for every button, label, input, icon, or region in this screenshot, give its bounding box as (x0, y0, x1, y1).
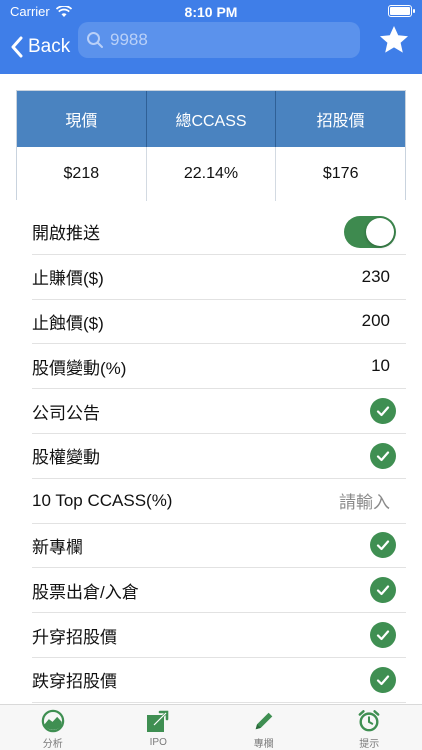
top-header: Carrier 8:10 PM Back (0, 0, 422, 74)
take-profit-value[interactable]: 230 (362, 267, 406, 287)
checkmark-icon[interactable] (370, 577, 396, 604)
setting-label: 股權變動 (32, 448, 100, 468)
search-icon (87, 32, 103, 48)
navigation-bar: Back (0, 22, 422, 74)
tab-label: 提示 (359, 739, 380, 750)
header-ipo-price: 招股價 (316, 113, 365, 130)
search-input[interactable] (110, 30, 340, 50)
checkmark-icon[interactable] (370, 398, 396, 425)
value-ipo-price: $176 (322, 165, 359, 182)
setting-take-profit[interactable]: 止賺價($) 230 (32, 255, 406, 300)
checkmark-icon[interactable] (370, 622, 396, 649)
header-total-ccass: 總CCASS (147, 91, 277, 147)
checkmark-icon[interactable] (370, 532, 396, 559)
pencil-icon (255, 712, 273, 730)
setting-label: 10 Top CCASS(%) (32, 490, 173, 510)
status-bar: Carrier 8:10 PM (0, 0, 422, 22)
setting-push-enabled: 開啟推送 (32, 210, 406, 255)
search-bar[interactable] (78, 22, 360, 58)
tab-label: 專欄 (253, 739, 274, 750)
setting-label: 跌穿招股價 (32, 672, 117, 692)
value-total-ccass: 22.14% (147, 147, 277, 201)
push-toggle[interactable] (344, 215, 396, 248)
top-ccass-input[interactable]: 請輸入 (339, 488, 406, 513)
setting-label: 股價變動(%) (32, 358, 127, 378)
setting-label: 升穿招股價 (32, 627, 117, 647)
back-button[interactable]: Back (10, 30, 70, 64)
checkmark-icon[interactable] (370, 666, 396, 693)
status-time: 8:10 PM (184, 4, 238, 20)
header-current-price: 現價 (17, 91, 147, 147)
price-change-value[interactable]: 10 (371, 356, 406, 376)
chart-analysis-icon (41, 709, 65, 733)
alarm-clock-icon (358, 710, 380, 732)
tab-ipo[interactable]: IPO (106, 705, 212, 750)
stop-loss-value[interactable]: 200 (362, 311, 406, 331)
setting-stock-in-out[interactable]: 股票出倉/入倉 (32, 568, 406, 614)
battery-icon (388, 5, 415, 17)
setting-price-change[interactable]: 股價變動(%) 10 (32, 344, 406, 390)
setting-label: 止賺價($) (32, 269, 104, 289)
setting-new-column[interactable]: 新專欄 (32, 524, 406, 569)
tab-alerts[interactable]: 提示 (317, 705, 422, 750)
chevron-left-icon (11, 36, 23, 58)
setting-company-announcement[interactable]: 公司公告 (32, 389, 406, 434)
summary-header-row: 現價 總CCASS 招股價 (17, 91, 405, 147)
ipo-export-icon (147, 710, 169, 732)
bottom-tab-bar: 分析 IPO 專欄 提示 (0, 704, 422, 750)
price-summary-table: 現價 總CCASS 招股價 $218 22.14% $176 (16, 90, 406, 201)
setting-stop-loss[interactable]: 止蝕價($) 200 (32, 300, 406, 345)
checkmark-icon[interactable] (370, 442, 396, 469)
tab-label: IPO (149, 737, 167, 748)
setting-below-ipo-price[interactable]: 跌穿招股價 (32, 658, 406, 703)
tab-column[interactable]: 專欄 (211, 705, 317, 750)
value-current-price: $218 (17, 147, 147, 201)
setting-label: 止蝕價($) (32, 313, 104, 333)
tab-label: 分析 (42, 739, 63, 750)
setting-equity-change[interactable]: 股權變動 (32, 434, 406, 479)
alert-settings-list: 開啟推送 止賺價($) 230 止蝕價($) 200 股價變動(%) 10 公司… (32, 210, 406, 703)
setting-label: 公司公告 (32, 403, 100, 423)
summary-value-row: $218 22.14% $176 (17, 147, 405, 201)
setting-top-ccass[interactable]: 10 Top CCASS(%) 請輸入 (32, 479, 406, 524)
setting-label: 股票出倉/入倉 (32, 582, 139, 602)
tab-analysis[interactable]: 分析 (0, 705, 106, 750)
setting-label: 新專欄 (32, 537, 83, 557)
back-label: Back (28, 36, 71, 57)
star-icon[interactable] (378, 24, 410, 56)
setting-above-ipo-price[interactable]: 升穿招股價 (32, 613, 406, 658)
setting-label: 開啟推送 (32, 224, 100, 244)
